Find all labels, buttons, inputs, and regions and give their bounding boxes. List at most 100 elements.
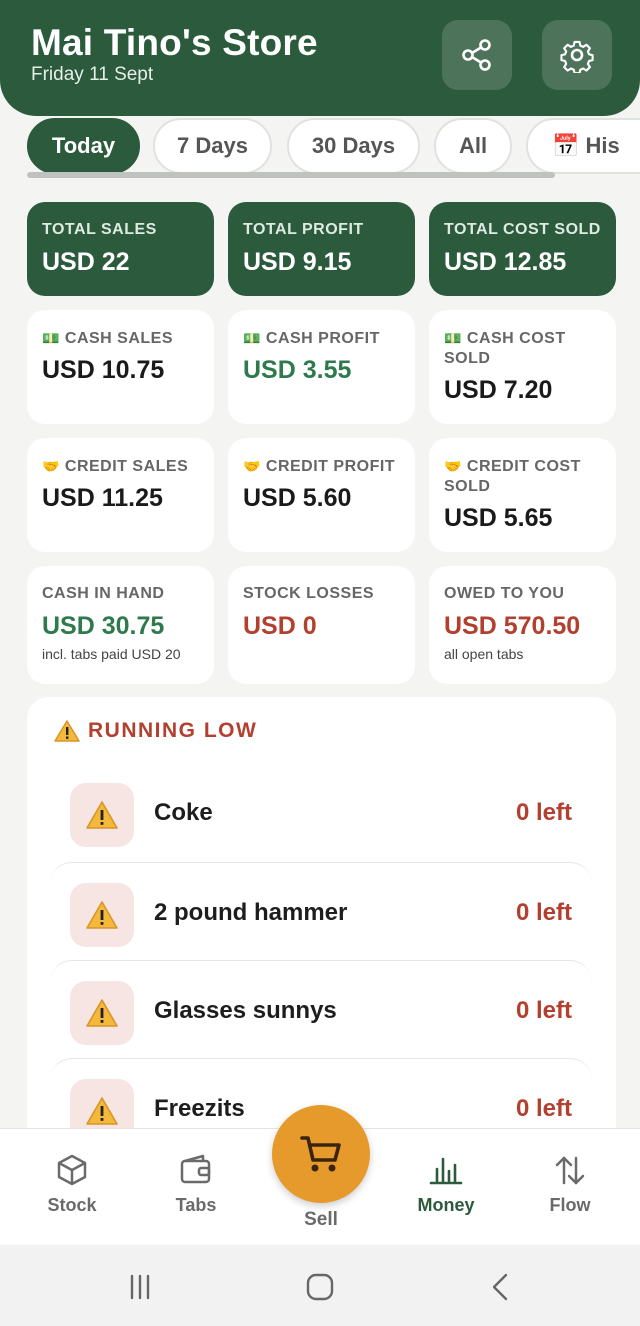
total-cost-sold-label: TOTAL COST SOLD (444, 221, 601, 238)
tab-30-days[interactable]: 30 Days (287, 118, 420, 174)
warning-badge (70, 981, 134, 1045)
cash-sales-value: USD 10.75 (42, 356, 165, 384)
tab-7-days[interactable]: 7 Days (153, 118, 272, 174)
tab-all[interactable]: All (434, 118, 512, 174)
running-low-panel: RUNNING LOW Coke 0 left 2 pound hammer 0… (27, 697, 616, 1157)
item-name: Freezits (154, 1095, 245, 1122)
handshake-icon: 🤝 (444, 458, 462, 474)
nav-money[interactable]: Money (391, 1153, 501, 1216)
gear-icon (560, 40, 594, 73)
credit-cost-sold-label: CREDIT COST SOLD (444, 458, 581, 495)
owed-to-you-label: OWED TO YOU (444, 585, 565, 602)
warning-icon (54, 720, 80, 742)
cart-icon (300, 1136, 341, 1172)
home-button[interactable] (300, 1267, 340, 1307)
low-stock-item[interactable]: 2 pound hammer 0 left (50, 862, 592, 960)
back-icon (492, 1273, 508, 1301)
item-name: Glasses sunnys (154, 997, 337, 1024)
app-header: Mai Tino's Store Friday 11 Sept (0, 0, 640, 116)
period-tabs: Today 7 Days 30 Days All 📅 His (0, 116, 640, 178)
tabs-scrollbar[interactable] (27, 172, 555, 178)
cash-sales-label: CASH SALES (64, 330, 174, 347)
warning-icon (86, 1097, 118, 1125)
item-quantity: 0 left (515, 799, 572, 826)
warning-icon (86, 901, 118, 929)
total-sales-label: TOTAL SALES (42, 221, 157, 238)
cash-profit-label: CASH PROFIT (265, 330, 380, 347)
total-profit-value: USD 9.15 (243, 248, 352, 276)
store-title: Mai Tino's Store (31, 22, 318, 63)
tab-today[interactable]: Today (27, 118, 140, 174)
total-cost-sold-card: TOTAL COST SOLD USD 12.85 (429, 202, 616, 296)
recent-apps-button[interactable] (120, 1267, 160, 1307)
item-quantity: 0 left (515, 899, 572, 926)
item-name: Coke (154, 799, 213, 826)
bar-chart-icon (429, 1157, 463, 1185)
up-down-arrows-icon (555, 1156, 585, 1185)
running-low-title: RUNNING LOW (88, 719, 258, 742)
settings-button[interactable] (542, 20, 612, 90)
share-button[interactable] (442, 20, 512, 90)
cash-icon: 💵 (243, 330, 261, 346)
cash-cost-sold-card: 💵 CASH COST SOLD USD 7.20 (429, 310, 616, 424)
credit-profit-value: USD 5.60 (243, 484, 352, 512)
system-nav-bar (0, 1245, 640, 1326)
cash-cost-sold-label: CASH COST SOLD (444, 330, 566, 367)
owed-to-you-card[interactable]: OWED TO YOU USD 570.50 all open tabs (429, 566, 616, 684)
credit-profit-label: CREDIT PROFIT (265, 458, 396, 475)
total-profit-card: TOTAL PROFIT USD 9.15 (228, 202, 415, 296)
warning-icon (86, 801, 118, 829)
cash-in-hand-value: USD 30.75 (42, 612, 165, 640)
cash-cost-sold-value: USD 7.20 (444, 376, 553, 404)
total-profit-label: TOTAL PROFIT (243, 221, 364, 238)
nav-stock-label: Stock (47, 1195, 97, 1215)
credit-sales-card: 🤝 CREDIT SALES USD 11.25 (27, 438, 214, 552)
nav-tabs[interactable]: Tabs (141, 1153, 251, 1216)
running-low-heading: RUNNING LOW (54, 719, 257, 743)
nav-flow-label: Flow (549, 1195, 591, 1215)
cash-profit-value: USD 3.55 (243, 356, 352, 384)
credit-sales-value: USD 11.25 (42, 484, 163, 512)
owed-to-you-note: all open tabs (444, 646, 524, 662)
nav-tabs-label: Tabs (175, 1195, 217, 1215)
warning-badge (70, 883, 134, 947)
stock-losses-label: STOCK LOSSES (243, 585, 375, 602)
total-sales-card: TOTAL SALES USD 22 (27, 202, 214, 296)
credit-cost-sold-card: 🤝 CREDIT COST SOLD USD 5.65 (429, 438, 616, 552)
low-stock-item[interactable]: Glasses sunnys 0 left (50, 960, 592, 1058)
sell-label: Sell (304, 1209, 338, 1230)
cash-sales-card: 💵 CASH SALES USD 10.75 (27, 310, 214, 424)
nav-stock[interactable]: Stock (17, 1153, 127, 1216)
item-quantity: 0 left (515, 1095, 572, 1122)
stock-losses-value: USD 0 (243, 612, 317, 640)
box-icon (57, 1154, 87, 1186)
cash-in-hand-card: CASH IN HAND USD 30.75 incl. tabs paid U… (27, 566, 214, 684)
share-icon (462, 39, 491, 71)
cash-icon: 💵 (444, 330, 462, 346)
item-name: 2 pound hammer (154, 899, 348, 926)
tab-history[interactable]: 📅 His (526, 118, 640, 174)
warning-badge (70, 783, 134, 847)
wallet-icon (180, 1154, 211, 1184)
cash-icon: 💵 (42, 330, 60, 346)
stock-losses-card: STOCK LOSSES USD 0 (228, 566, 415, 684)
back-button[interactable] (480, 1267, 520, 1307)
item-quantity: 0 left (515, 997, 572, 1024)
nav-flow[interactable]: Flow (515, 1153, 625, 1216)
recent-apps-icon (130, 1274, 150, 1300)
app-screen: Mai Tino's Store Friday 11 Sept Today 7 … (0, 0, 640, 1326)
cash-in-hand-label: CASH IN HAND (42, 585, 165, 602)
home-icon (306, 1273, 334, 1301)
handshake-icon: 🤝 (243, 458, 261, 474)
sell-button[interactable] (272, 1105, 370, 1203)
nav-money-label: Money (417, 1195, 475, 1215)
credit-cost-sold-value: USD 5.65 (444, 504, 553, 532)
credit-profit-card: 🤝 CREDIT PROFIT USD 5.60 (228, 438, 415, 552)
owed-to-you-value: USD 570.50 (444, 612, 581, 640)
warning-icon (86, 999, 118, 1027)
total-cost-sold-value: USD 12.85 (444, 248, 567, 276)
credit-sales-label: CREDIT SALES (64, 458, 189, 475)
cash-in-hand-note: incl. tabs paid USD 20 (42, 646, 181, 662)
low-stock-item[interactable]: Coke 0 left (50, 763, 592, 861)
current-date: Friday 11 Sept (31, 64, 154, 85)
